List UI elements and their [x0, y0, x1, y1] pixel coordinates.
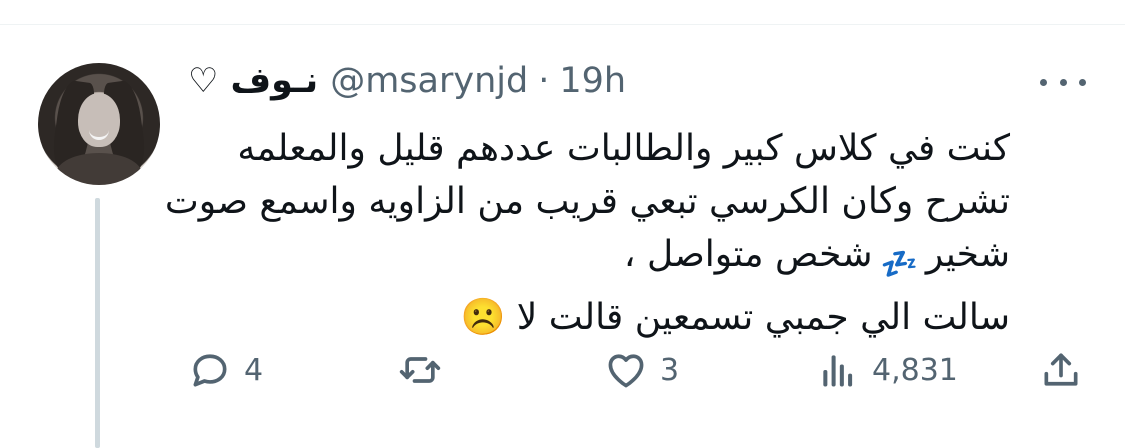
- view-count: 4,831: [872, 352, 958, 388]
- like-count: 3: [660, 352, 680, 388]
- reply-count: 4: [244, 352, 264, 388]
- separator-dot: ·: [538, 61, 550, 101]
- bar-chart-icon: [823, 355, 853, 387]
- repost-arrows-icon: [399, 357, 441, 383]
- reply-button[interactable]: 4: [188, 344, 263, 396]
- heart-icon: [608, 354, 644, 388]
- frown-emoji-icon: ☹️: [460, 297, 506, 338]
- thread-line: [95, 198, 100, 448]
- tweet-line-3: شخير💤شخص متواصل ،: [190, 228, 1010, 291]
- speech-bubble-icon: [193, 354, 227, 387]
- sleep-zzz-icon: 💤: [880, 247, 918, 282]
- tweet-line-3-text: شخير: [925, 234, 1010, 275]
- more-dots-icon[interactable]: [1040, 75, 1086, 89]
- user-handle[interactable]: @msarynjd: [330, 61, 528, 101]
- avatar[interactable]: [38, 63, 160, 185]
- share-upload-icon: [1044, 353, 1078, 386]
- share-button[interactable]: [1039, 344, 1083, 396]
- top-divider: [0, 24, 1125, 25]
- tweet-actions: 4 3 4,831: [184, 344, 1104, 396]
- timestamp[interactable]: 19h: [559, 61, 626, 101]
- tweet-line-1: كنت في كلاس كبير والطالبات عددهم قليل وا…: [237, 128, 1010, 169]
- tweet-header: ♡ نـوف @msarynjd · 19h: [188, 56, 748, 106]
- tweet-line-4-text: سالت الي جمبي تسمعين قالت لا: [516, 297, 1010, 338]
- tweet-line-4: سالت الي جمبي تسمعين قالت لا ☹️: [190, 291, 1010, 344]
- tweet-line-3-continuation: شخص متواصل ،: [623, 234, 873, 275]
- tweet-line-2: تشرح وكان الكرسي تبعي قريب من الزاويه وا…: [164, 181, 1010, 222]
- views-button[interactable]: 4,831: [816, 344, 958, 396]
- like-button[interactable]: 3: [604, 344, 679, 396]
- tweet-text: كنت في كلاس كبير والطالبات عددهم قليل وا…: [164, 122, 1010, 344]
- repost-button[interactable]: [397, 344, 455, 396]
- display-name[interactable]: نـوف: [230, 61, 318, 101]
- name-suffix-heart: ♡: [188, 61, 219, 101]
